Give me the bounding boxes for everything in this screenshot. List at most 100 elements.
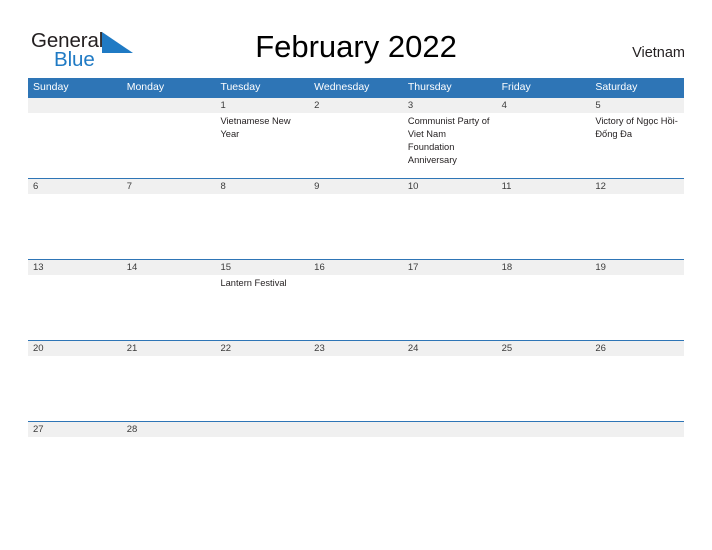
day-number: 1 — [220, 100, 226, 111]
weekday-header-row: Sunday Monday Tuesday Wednesday Thursday… — [28, 78, 684, 97]
day-number: 14 — [126, 262, 138, 273]
day-number: 20 — [33, 343, 44, 354]
day-number: 26 — [595, 343, 606, 354]
week-event-band — [28, 437, 684, 502]
day-number: 2 — [314, 100, 320, 111]
weekday-thursday: Thursday — [407, 81, 452, 93]
day-cell[interactable] — [590, 437, 684, 502]
event-label: Lantern Festival — [220, 278, 287, 288]
weekday-monday: Monday — [126, 81, 165, 93]
day-number — [122, 98, 216, 113]
day-cell[interactable] — [403, 437, 497, 502]
day-cell[interactable] — [497, 275, 591, 340]
country-label: Vietnam — [632, 45, 685, 61]
day-number: 6 — [33, 181, 39, 192]
day-number: 23 — [314, 343, 325, 354]
page-title: February 2022 — [255, 29, 457, 64]
day-cell[interactable] — [28, 113, 122, 178]
day-cell[interactable] — [403, 275, 497, 340]
weekday-saturday: Saturday — [595, 81, 638, 93]
day-number: 11 — [501, 181, 512, 192]
day-cell[interactable] — [122, 113, 216, 178]
day-number: 13 — [33, 262, 44, 273]
day-number: 15 — [220, 262, 232, 273]
day-number: 28 — [126, 424, 138, 435]
day-cell[interactable] — [497, 437, 591, 502]
day-cell[interactable]: Vietnamese New Year — [215, 113, 309, 178]
day-number: 17 — [407, 262, 419, 273]
day-number: 24 — [407, 343, 419, 354]
day-number: 7 — [126, 181, 133, 192]
page-header: General Blue February 2022 Vietnam — [0, 0, 712, 76]
day-cell[interactable] — [215, 194, 309, 259]
calendar-page: General Blue February 2022 Vietnam Sunda… — [0, 0, 712, 550]
week-row: 6 7 8 9 10 11 12 — [28, 178, 684, 259]
event-label: Communist Party of Viet Nam Foundation A… — [407, 116, 490, 165]
day-cell[interactable] — [309, 356, 403, 421]
day-number: 9 — [314, 181, 320, 192]
day-number — [215, 422, 309, 437]
day-cell[interactable] — [215, 356, 309, 421]
calendar-table: Sunday Monday Tuesday Wednesday Thursday… — [28, 78, 684, 502]
day-cell[interactable] — [309, 194, 403, 259]
day-cell[interactable]: Lantern Festival — [215, 275, 309, 340]
day-cell[interactable] — [403, 194, 497, 259]
week-row: 27 28 — [28, 421, 684, 502]
day-cell[interactable] — [122, 437, 216, 502]
day-number — [309, 422, 403, 437]
day-number: 25 — [501, 343, 513, 354]
day-cell[interactable] — [28, 356, 122, 421]
week-row: 1 2 3 4 5 Vietnamese New Year Communist … — [28, 97, 684, 178]
day-cell[interactable] — [28, 194, 122, 259]
day-cell[interactable] — [403, 356, 497, 421]
day-cell[interactable] — [309, 437, 403, 502]
day-number: 10 — [407, 181, 419, 192]
week-date-band: 1 2 3 4 5 — [28, 98, 684, 113]
week-date-band: 13 14 15 16 17 18 19 — [28, 260, 684, 275]
day-number: 12 — [595, 181, 606, 192]
day-cell[interactable] — [28, 437, 122, 502]
day-cell[interactable] — [590, 194, 684, 259]
day-cell[interactable] — [497, 113, 591, 178]
day-cell[interactable]: Communist Party of Viet Nam Foundation A… — [403, 113, 497, 178]
weekday-sunday: Sunday — [33, 81, 69, 93]
day-cell[interactable] — [497, 356, 591, 421]
day-number: 5 — [595, 100, 601, 111]
week-event-band — [28, 194, 684, 259]
event-label: Vietnamese New Year — [220, 116, 291, 139]
day-number: 19 — [595, 262, 606, 273]
day-number: 18 — [501, 262, 513, 273]
day-cell[interactable] — [28, 275, 122, 340]
day-number — [590, 422, 684, 437]
day-number: 4 — [501, 100, 507, 111]
day-number: 22 — [220, 343, 232, 354]
day-number — [403, 422, 497, 437]
day-number: 3 — [407, 100, 414, 111]
day-cell[interactable] — [309, 275, 403, 340]
day-number: 16 — [314, 262, 325, 273]
week-date-band: 6 7 8 9 10 11 12 — [28, 179, 684, 194]
day-number: 27 — [33, 424, 44, 435]
day-cell[interactable]: Victory of Ngọc Hồi-Đống Đa — [590, 113, 684, 178]
day-number: 21 — [126, 343, 138, 354]
weekday-friday: Friday — [501, 81, 531, 93]
day-number — [28, 98, 122, 113]
day-cell[interactable] — [215, 437, 309, 502]
day-cell[interactable] — [122, 356, 216, 421]
week-row: 13 14 15 16 17 18 19 Lantern Festival — [28, 259, 684, 340]
day-cell[interactable] — [122, 194, 216, 259]
day-number — [497, 422, 591, 437]
day-cell[interactable] — [122, 275, 216, 340]
week-event-band: Vietnamese New Year Communist Party of V… — [28, 113, 684, 178]
day-number: 8 — [220, 181, 226, 192]
week-date-band: 20 21 22 23 24 25 26 — [28, 341, 684, 356]
day-cell[interactable] — [590, 275, 684, 340]
week-date-band: 27 28 — [28, 422, 684, 437]
week-event-band: Lantern Festival — [28, 275, 684, 340]
day-cell[interactable] — [590, 356, 684, 421]
week-event-band — [28, 356, 684, 421]
event-label: Victory of Ngọc Hồi-Đống Đa — [595, 116, 678, 139]
day-cell[interactable] — [497, 194, 591, 259]
day-cell[interactable] — [309, 113, 403, 178]
weekday-tuesday: Tuesday — [220, 81, 261, 93]
